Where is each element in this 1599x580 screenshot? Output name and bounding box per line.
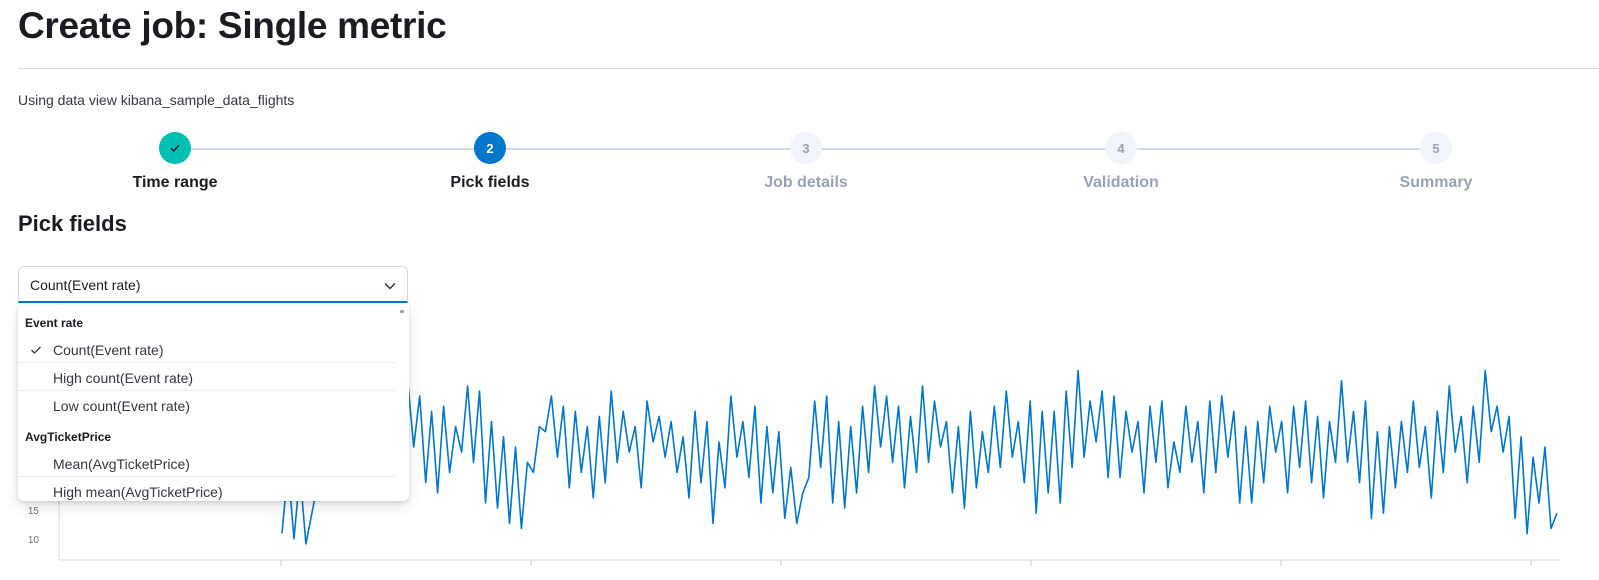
field-options-dropdown: Event rate Count(Event rate) High count(… [18,305,409,501]
check-icon [170,144,180,153]
option-label: Count(Event rate) [53,342,164,358]
option-label: High mean(AvgTicketPrice) [53,484,223,500]
option-label: Low count(Event rate) [53,398,190,414]
title-divider [18,68,1599,69]
option-label: High count(Event rate) [53,370,194,386]
step-time-range[interactable]: Time range [75,130,275,192]
step-number: 4 [1105,132,1137,164]
steps-progress: Time range 2 Pick fields 3 Job details 4… [0,130,1599,200]
step-job-details: 3 Job details [706,130,906,192]
section-title: Pick fields [18,211,127,236]
y-tick-label: 10 [28,535,40,546]
step-summary: 5 Summary [1336,130,1536,192]
page-title: Create job: Single metric [18,5,447,46]
option-low-count-event-rate[interactable]: Low count(Event rate) [18,391,395,419]
chevron-down-icon[interactable] [383,279,397,293]
option-label: Mean(AvgTicketPrice) [53,456,190,472]
option-high-mean-avgticketprice[interactable]: High mean(AvgTicketPrice) [18,477,395,501]
data-view-text: Using data view kibana_sample_data_fligh… [18,92,295,108]
step-title: Pick fields [450,174,530,191]
step-pick-fields[interactable]: 2 Pick fields [390,130,590,192]
step-number: 3 [790,132,822,164]
group-label-event-rate: Event rate [25,316,84,330]
event-rate-series-line [281,354,1558,545]
field-combobox[interactable]: Count(Event rate) [18,266,408,303]
option-mean-avgticketprice[interactable]: Mean(AvgTicketPrice) [18,449,395,477]
step-number: 5 [1420,132,1452,164]
step-title: Summary [1399,174,1473,191]
step-validation: 4 Validation [1021,130,1221,192]
combobox-selected-value: Count(Event rate) [30,277,141,293]
option-high-count-event-rate[interactable]: High count(Event rate) [18,363,395,391]
scrollbar[interactable] [400,310,404,313]
option-count-event-rate[interactable]: Count(Event rate) [18,335,395,363]
step-title: Job details [764,174,848,191]
step-number: 2 [474,132,506,164]
step-title: Time range [132,174,218,191]
step-title: Validation [1083,174,1159,191]
check-icon [31,346,41,354]
step-complete-indicator [159,132,191,164]
y-tick-label: 15 [28,506,40,517]
group-label-avgticketprice: AvgTicketPrice [25,430,112,444]
